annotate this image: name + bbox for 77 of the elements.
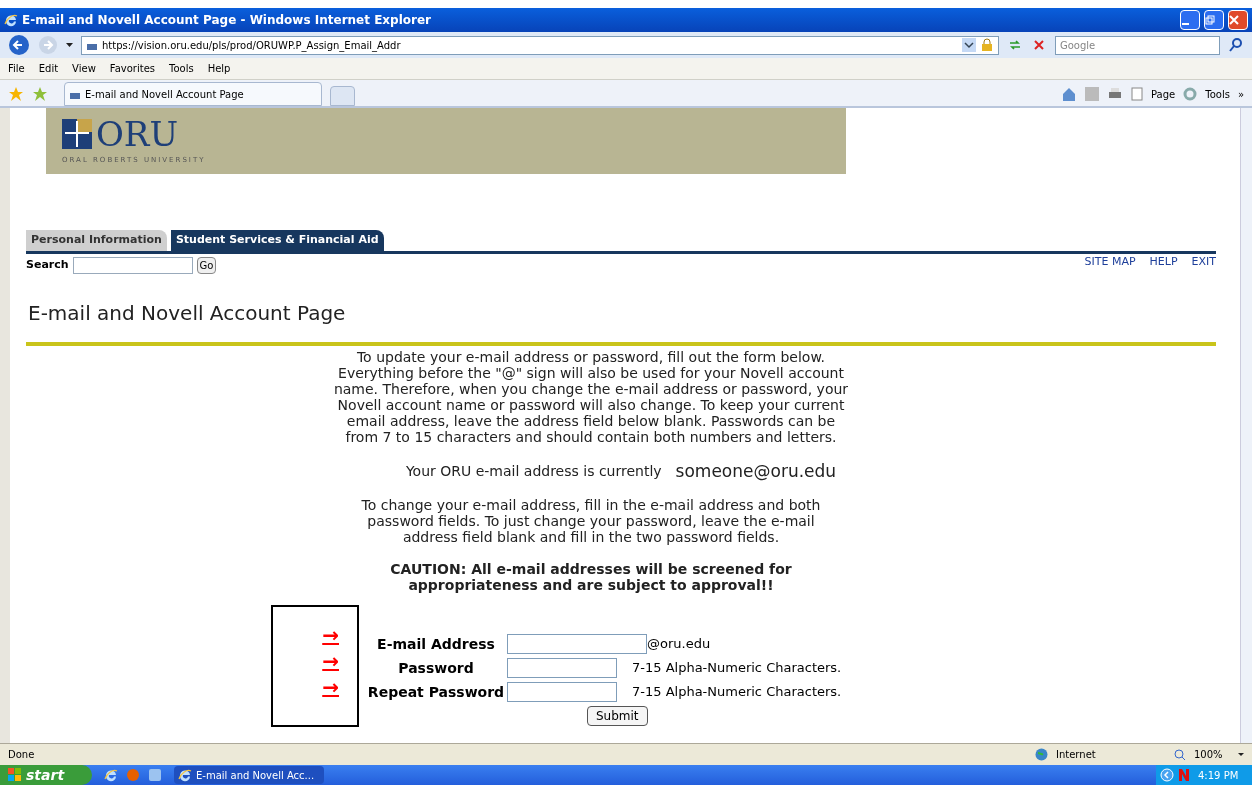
status-text: Done [8, 748, 36, 762]
intro-paragraph: To update your e-mail address or password, fill out the form below. Everything before the "@" sign will also be used for your Novell account name. Therefore, when you change the e-mail address or password, your Novell account name or password will also change. To keep your current email address, leave the address field below blank. Passwords can be from 7 to 15 characters and should contain both numbers and letters. [332, 348, 850, 445]
search-field[interactable]: Google [1055, 35, 1220, 55]
restore-button[interactable] [1204, 10, 1224, 30]
menu-item[interactable]: Edit [38, 61, 59, 76]
header-link[interactable]: SITE MAP [1084, 253, 1136, 271]
nav-tab[interactable]: Personal Information [26, 230, 167, 251]
current-email-value: someone@oru.edu [675, 462, 837, 479]
globe-icon [1035, 748, 1048, 761]
history-caret-icon[interactable] [66, 43, 73, 47]
form-input[interactable] [507, 634, 647, 654]
instructions-paragraph: To change your e-mail address, fill in the e-mail address and both password fields. To just change your password, leave the e-mail address field blank and fill in the two password fields. [360, 496, 822, 545]
zoom-icon [1174, 748, 1186, 761]
field-hint: 7-15 Alpha-Numeric Characters. [632, 683, 842, 702]
menu-item[interactable]: File [8, 61, 25, 76]
window-title: E-mail and Novell Account Page - Windows Internet Explorer [22, 12, 433, 29]
field-label: Password [397, 658, 475, 678]
menu-item[interactable]: Tools [169, 61, 194, 76]
start-button[interactable]: start [0, 765, 92, 785]
menu-item[interactable]: Help [207, 61, 231, 76]
add-star-icon[interactable] [32, 86, 48, 102]
header-link[interactable]: EXIT [1191, 253, 1216, 271]
restore-icon [1205, 15, 1215, 25]
go-button[interactable]: Go [196, 256, 217, 274]
browser-logo-icon [104, 768, 118, 782]
star-icon[interactable] [8, 86, 24, 102]
url-text: https://vision.oru.edu/pls/prod/ORUWP.P_Assign_Email_Addr [102, 38, 402, 53]
windows-logo-icon [8, 768, 22, 782]
field-label: E-mail Address [376, 634, 496, 654]
zone-text: Internet [1056, 748, 1097, 762]
taskbar-window-title: E-mail and Novell Acc... [196, 768, 315, 783]
app-icon[interactable] [148, 768, 162, 782]
site-search-field[interactable] [72, 256, 193, 274]
logo-text: ORU [96, 116, 179, 151]
new-tab-button[interactable] [330, 86, 355, 106]
menu-item[interactable]: View [72, 61, 96, 76]
page-heading: E-mail and Novell Account Page [28, 299, 347, 327]
page-icon [1131, 87, 1143, 101]
field-label: Repeat Password [366, 682, 506, 702]
arrow-symbol: → [322, 622, 339, 647]
tools-menu-button[interactable]: Tools [1205, 86, 1230, 102]
header-link[interactable]: HELP [1149, 253, 1178, 271]
close-button[interactable] [1228, 10, 1248, 30]
browser-logo-icon [178, 768, 192, 782]
dropdown-icon[interactable] [962, 38, 976, 52]
n-logo-icon[interactable] [1178, 768, 1190, 782]
search-icon[interactable] [1228, 37, 1244, 53]
field-hint: 7-15 Alpha-Numeric Characters. [632, 659, 842, 678]
menu-item[interactable]: Favorites [109, 61, 155, 76]
chevron-left-icon[interactable] [1160, 768, 1174, 782]
caution-text: CAUTION: All e-mail addresses will be screened for appropriateness and are subject to approval!! [389, 560, 793, 593]
forward-icon[interactable] [38, 35, 58, 55]
arrow-symbol: → [322, 648, 339, 673]
minimize-icon [1182, 23, 1189, 25]
browser-tab[interactable]: E-mail and Novell Account Page [64, 82, 322, 106]
form-input[interactable] [507, 658, 617, 678]
tab-title: E-mail and Novell Account Page [85, 87, 244, 102]
minimize-button[interactable] [1180, 10, 1200, 30]
zoom-level[interactable]: 100% [1194, 747, 1230, 762]
arrow-symbol: → [322, 674, 339, 699]
current-email-label: Your ORU e-mail address is currently [405, 462, 662, 479]
nav-tab[interactable]: Student Services & Financial Aid [170, 230, 384, 251]
taskbar-window-button[interactable]: E-mail and Novell Acc... [174, 766, 324, 784]
page-menu-button[interactable]: Page [1151, 86, 1176, 102]
submit-button[interactable]: Submit [587, 705, 648, 726]
browser-logo-icon [4, 13, 18, 27]
more-chevron[interactable]: » [1237, 86, 1244, 102]
zoom-caret-icon[interactable] [1238, 753, 1244, 756]
clock: 4:19 PM [1198, 768, 1239, 783]
close-icon [1229, 15, 1239, 25]
cross-logo-icon [62, 118, 92, 149]
form-input[interactable] [507, 682, 617, 702]
field-hint: @oru.edu [647, 635, 711, 654]
search-label: Search [26, 256, 69, 273]
home-icon[interactable] [1061, 86, 1077, 102]
address-field[interactable]: https://vision.oru.edu/pls/prod/ORUWP.P_Assign_Email_Addr [81, 35, 999, 55]
back-icon[interactable] [8, 34, 30, 56]
